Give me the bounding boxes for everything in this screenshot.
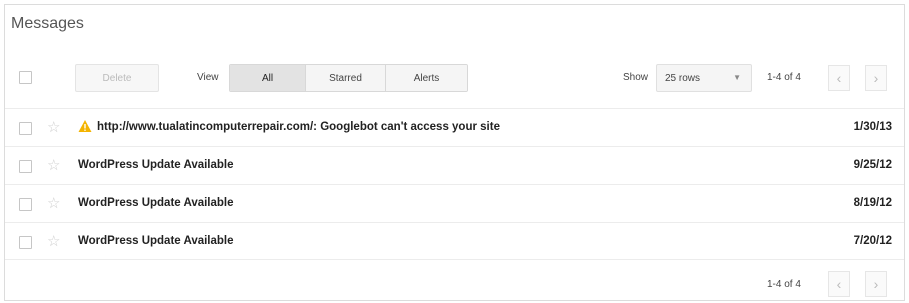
message-row[interactable]: ☆ WordPress Update Available 7/20/12 xyxy=(5,222,904,260)
message-date: 1/30/13 xyxy=(853,121,892,133)
row-checkbox[interactable] xyxy=(19,198,32,211)
row-checkbox[interactable] xyxy=(19,122,32,135)
message-date: 9/25/12 xyxy=(853,159,892,171)
delete-button[interactable]: Delete xyxy=(75,64,159,92)
show-label: Show xyxy=(623,72,649,83)
chevron-left-icon: ‹ xyxy=(836,70,842,86)
message-date: 7/20/12 xyxy=(853,235,892,247)
view-label: View xyxy=(197,72,219,83)
rows-per-page-value: 25 rows xyxy=(665,72,701,84)
rows-per-page-select[interactable]: 25 rows ▼ xyxy=(656,64,752,92)
message-subject[interactable]: WordPress Update Available xyxy=(78,235,234,247)
previous-page-button[interactable]: ‹ xyxy=(828,65,850,91)
star-icon[interactable]: ☆ xyxy=(47,194,60,212)
page-title: Messages xyxy=(11,15,84,32)
next-page-button[interactable]: › xyxy=(865,65,887,91)
message-list: ☆ http://www.tualatincomputerrepair.com/… xyxy=(5,108,904,260)
row-checkbox[interactable] xyxy=(19,236,32,249)
view-filter-tabs: All Starred Alerts xyxy=(229,64,468,92)
tab-alerts[interactable]: Alerts xyxy=(385,65,467,91)
star-icon[interactable]: ☆ xyxy=(47,118,60,136)
message-row[interactable]: ☆ WordPress Update Available 8/19/12 xyxy=(5,184,904,222)
warning-icon xyxy=(78,120,92,132)
message-subject[interactable]: http://www.tualatincomputerrepair.com/: … xyxy=(97,121,500,133)
footer-previous-page-button[interactable]: ‹ xyxy=(828,271,850,297)
footer-pagination-text: 1-4 of 4 xyxy=(767,279,801,290)
tab-all[interactable]: All xyxy=(230,65,305,91)
message-row[interactable]: ☆ http://www.tualatincomputerrepair.com/… xyxy=(5,108,904,146)
messages-panel: Messages Delete View All Starred Alerts … xyxy=(4,4,905,301)
message-subject[interactable]: WordPress Update Available xyxy=(78,159,234,171)
chevron-down-icon: ▼ xyxy=(733,73,741,82)
footer-next-page-button[interactable]: › xyxy=(865,271,887,297)
pagination-text: 1-4 of 4 xyxy=(767,72,801,83)
message-subject[interactable]: WordPress Update Available xyxy=(78,197,234,209)
chevron-right-icon: › xyxy=(873,70,879,86)
tab-starred[interactable]: Starred xyxy=(305,65,385,91)
message-row[interactable]: ☆ WordPress Update Available 9/25/12 xyxy=(5,146,904,184)
chevron-left-icon: ‹ xyxy=(836,276,842,292)
select-all-checkbox[interactable] xyxy=(19,71,32,84)
message-date: 8/19/12 xyxy=(853,197,892,209)
chevron-right-icon: › xyxy=(873,276,879,292)
star-icon[interactable]: ☆ xyxy=(47,232,60,250)
row-checkbox[interactable] xyxy=(19,160,32,173)
toolbar: Delete View All Starred Alerts Show 25 r… xyxy=(5,61,904,95)
star-icon[interactable]: ☆ xyxy=(47,156,60,174)
